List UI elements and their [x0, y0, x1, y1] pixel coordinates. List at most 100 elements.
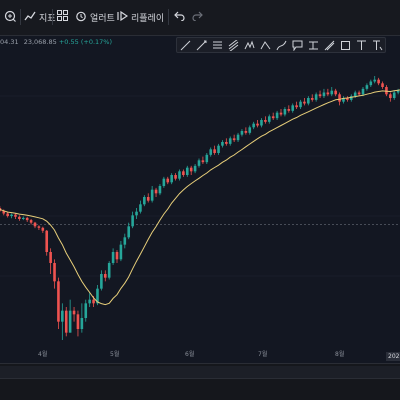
- candle: [373, 76, 377, 84]
- candle: [283, 107, 287, 117]
- replay-label: 리플레이: [131, 13, 165, 24]
- candle: [29, 219, 33, 225]
- candle: [10, 213, 13, 219]
- x-tick-label: 4월: [38, 351, 48, 358]
- candle: [182, 169, 185, 177]
- long-position-icon[interactable]: [260, 40, 271, 51]
- brush-icon[interactable]: [276, 40, 287, 51]
- candle: [244, 127, 248, 135]
- candle: [174, 173, 177, 181]
- candle: [295, 101, 298, 109]
- symbol-legend: 04.31 23,068.85 +0.55 (+0.17%): [0, 38, 112, 46]
- pattern-icon[interactable]: [244, 40, 255, 51]
- undo-button[interactable]: [174, 8, 185, 26]
- candle: [115, 250, 119, 263]
- candle: [49, 248, 52, 274]
- candle: [64, 307, 68, 337]
- compare-button[interactable]: [4, 8, 16, 26]
- candle: [209, 147, 213, 157]
- candle: [217, 143, 220, 155]
- candle: [334, 88, 337, 97]
- text-icon[interactable]: [356, 40, 367, 51]
- trend-line-icon[interactable]: [180, 40, 191, 51]
- candle: [346, 96, 349, 102]
- candle: [232, 134, 236, 142]
- candle: [264, 116, 267, 124]
- candle: [322, 88, 326, 98]
- candle: [389, 92, 392, 102]
- date-range-icon[interactable]: [308, 40, 319, 51]
- candle: [37, 225, 41, 230]
- candle: [57, 277, 60, 329]
- candle: [252, 121, 255, 130]
- candle: [170, 173, 173, 185]
- candle: [72, 307, 76, 322]
- candle: [143, 195, 146, 207]
- change-value: +0.55 (+0.17%): [58, 38, 113, 46]
- candle: [310, 94, 314, 102]
- alarm-clock-icon: [75, 10, 87, 25]
- candle: [369, 79, 373, 87]
- candle: [287, 105, 291, 113]
- x-tick-label: 5월: [110, 351, 120, 358]
- compare-icon: [4, 10, 16, 25]
- candle: [25, 216, 29, 222]
- regression-icon[interactable]: [228, 39, 239, 51]
- indicators-icon: [24, 10, 36, 25]
- fib-retracement-icon[interactable]: [212, 40, 223, 51]
- candle: [318, 90, 322, 98]
- candle: [80, 303, 84, 333]
- replay-icon: [116, 10, 129, 25]
- candle: [240, 129, 244, 137]
- anchored-text-icon[interactable]: [372, 40, 383, 51]
- ray-icon[interactable]: [196, 40, 207, 51]
- candle: [377, 77, 380, 86]
- replay-button[interactable]: 리플레이: [116, 8, 164, 26]
- price-fragment: 04.31: [0, 38, 19, 46]
- alerts-button[interactable]: 얼러트: [75, 8, 115, 26]
- x-tick-label: 7월: [258, 351, 268, 358]
- candle: [119, 241, 123, 262]
- candle: [103, 270, 107, 282]
- moving-average-line: [0, 89, 400, 306]
- indicators-button[interactable]: 지표: [24, 8, 56, 26]
- candle: [248, 125, 252, 135]
- redo-icon: [192, 10, 203, 24]
- candle: [307, 96, 310, 106]
- candle: [381, 81, 384, 89]
- candle: [68, 299, 72, 333]
- candle: [33, 221, 37, 229]
- candle: [84, 299, 88, 322]
- last-date-tag: 2025: [386, 352, 400, 361]
- candle: [111, 248, 115, 265]
- candle: [166, 176, 170, 185]
- chart-area[interactable]: 4월 5월 6월 7월 8월: [0, 36, 400, 364]
- candle: [100, 270, 103, 291]
- redo-button[interactable]: [192, 8, 203, 26]
- candle: [154, 187, 158, 197]
- candle: [349, 94, 353, 102]
- candle: [131, 211, 134, 229]
- candle: [330, 87, 334, 97]
- candle: [107, 261, 111, 280]
- top-toolbar: 지표 얼러트 리플레이: [0, 0, 400, 36]
- candle: [41, 226, 45, 233]
- candle: [225, 138, 228, 146]
- rectangle-icon[interactable]: [340, 40, 351, 51]
- x-tick-label: 6월: [185, 351, 195, 358]
- candle: [256, 120, 259, 128]
- layouts-button[interactable]: [57, 8, 68, 26]
- candle: [314, 92, 318, 102]
- undo-icon: [174, 10, 185, 24]
- candlestick-chart[interactable]: [0, 36, 400, 364]
- text-note-icon[interactable]: [292, 40, 303, 51]
- candle: [61, 303, 64, 340]
- candle: [193, 164, 197, 174]
- candle: [150, 186, 154, 203]
- candle: [291, 103, 295, 113]
- candle: [76, 310, 80, 337]
- candle: [185, 165, 189, 177]
- candle: [221, 140, 224, 148]
- candle: [146, 193, 150, 203]
- measure-icon[interactable]: [324, 40, 335, 51]
